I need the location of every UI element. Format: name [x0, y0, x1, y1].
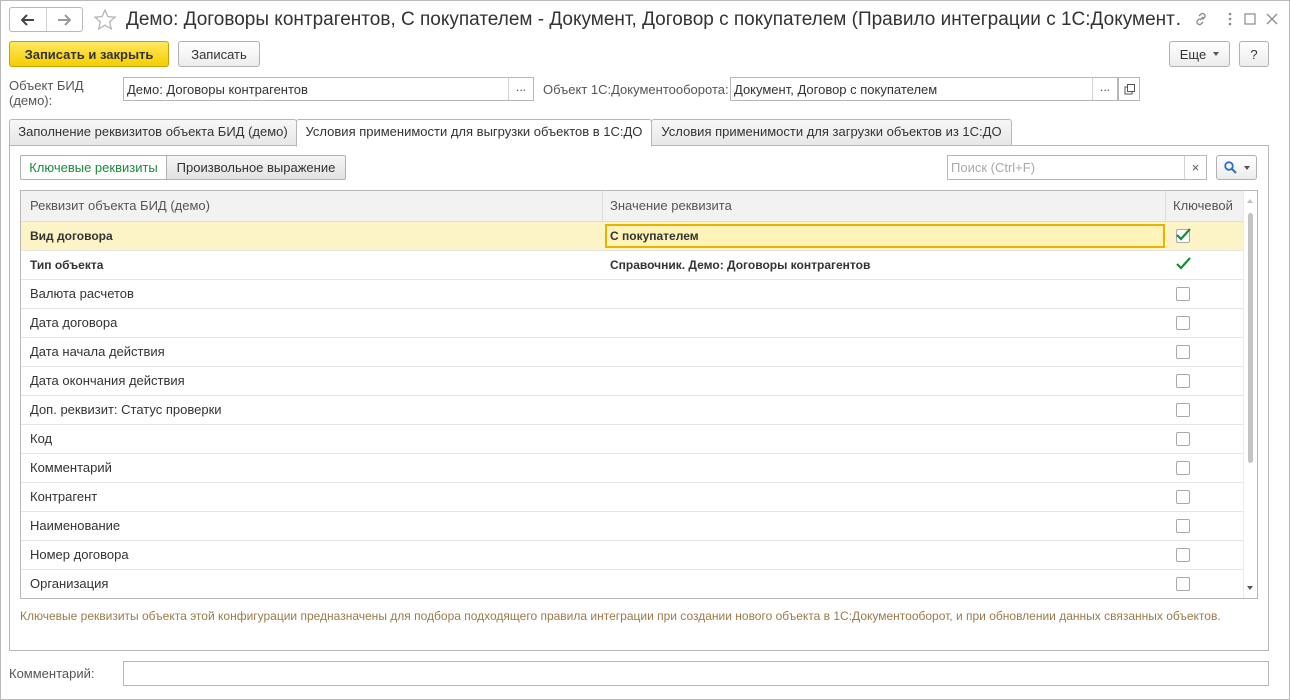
- table-row[interactable]: Дата договора: [21, 309, 1244, 338]
- tab-export-conditions[interactable]: Условия применимости для выгрузки объект…: [296, 119, 652, 147]
- row-attribute: Дата начала действия: [30, 344, 165, 359]
- link-icon: [1196, 12, 1206, 26]
- row-attribute: Тип объекта: [30, 258, 104, 272]
- row-attribute: Организация: [30, 576, 109, 591]
- search-placeholder: Поиск (Ctrl+F): [951, 160, 1036, 175]
- do-object-open-button[interactable]: [1118, 77, 1140, 101]
- search-input[interactable]: Поиск (Ctrl+F) ×: [947, 155, 1207, 180]
- scrollbar-thumb[interactable]: [1248, 213, 1253, 463]
- key-checkbox[interactable]: [1176, 548, 1190, 562]
- navigation-group: [9, 7, 83, 32]
- scroll-down-icon[interactable]: [1247, 586, 1253, 590]
- bid-object-select-button[interactable]: ...: [508, 78, 533, 100]
- table-row[interactable]: Номер договора: [21, 541, 1244, 570]
- row-attribute: Дата окончания действия: [30, 373, 185, 388]
- key-checkbox[interactable]: [1176, 403, 1190, 417]
- key-checkbox[interactable]: [1176, 461, 1190, 475]
- link-button[interactable]: [1191, 9, 1211, 29]
- save-button[interactable]: Записать: [178, 41, 260, 67]
- chevron-down-icon: [1213, 52, 1220, 56]
- checkmark-icon: [1176, 228, 1191, 241]
- save-and-close-button[interactable]: Записать и закрыть: [9, 41, 169, 67]
- more-button-label: Еще: [1179, 46, 1207, 62]
- forward-button[interactable]: [45, 8, 83, 31]
- row-attribute: Код: [30, 431, 53, 446]
- column-header-value[interactable]: Значение реквизита: [610, 191, 732, 221]
- back-arrow-icon: [20, 13, 34, 26]
- comment-field[interactable]: [123, 661, 1269, 686]
- checkmark-icon: [1176, 257, 1191, 270]
- column-divider: [1165, 191, 1166, 222]
- column-divider: [602, 191, 603, 222]
- maximize-icon: [1244, 13, 1256, 25]
- key-checkbox[interactable]: [1176, 519, 1190, 533]
- key-checkbox[interactable]: [1176, 490, 1190, 504]
- table-row[interactable]: Дата окончания действия: [21, 367, 1244, 396]
- table-row[interactable]: Комментарий: [21, 454, 1244, 483]
- do-object-label: Объект 1С:Документооборота:: [543, 82, 729, 97]
- close-button[interactable]: [1262, 9, 1282, 29]
- close-icon: [1266, 13, 1278, 25]
- chevron-down-icon: [1243, 165, 1250, 170]
- do-object-field[interactable]: Документ, Договор с покупателем ...: [730, 77, 1118, 101]
- table-body: Вид договора С покупателем Тип объекта Спра…: [21, 222, 1244, 598]
- tab-fill-attributes[interactable]: Заполнение реквизитов объекта БИД (демо): [9, 119, 297, 146]
- search-button[interactable]: [1216, 155, 1257, 180]
- table-row[interactable]: Организация: [21, 570, 1244, 598]
- window-title: Демо: Договоры контрагентов, С покупател…: [126, 9, 1182, 30]
- search-clear-button[interactable]: ×: [1184, 156, 1206, 179]
- table-row[interactable]: Вид договора С покупателем: [21, 222, 1244, 251]
- bid-object-label: Объект БИД (демо):: [9, 78, 84, 108]
- tab-import-conditions[interactable]: Условия применимости для загрузки объект…: [651, 119, 1012, 146]
- favorite-star-icon: [93, 8, 117, 31]
- key-checkbox[interactable]: [1176, 345, 1190, 359]
- comment-label: Комментарий:: [9, 666, 95, 681]
- bid-object-field[interactable]: Демо: Договоры контрагентов ...: [123, 77, 534, 101]
- back-button[interactable]: [10, 8, 46, 31]
- row-value[interactable]: С покупателем: [610, 222, 699, 250]
- row-attribute: Номер договора: [30, 547, 129, 562]
- bid-object-value: Демо: Договоры контрагентов: [127, 82, 308, 97]
- table-row[interactable]: Доп. реквизит: Статус проверки: [21, 396, 1244, 425]
- row-attribute: Комментарий: [30, 460, 112, 475]
- row-attribute: Наименование: [30, 518, 121, 533]
- row-attribute: Вид договора: [30, 229, 113, 243]
- more-actions-button[interactable]: [1220, 9, 1240, 29]
- key-checkbox[interactable]: [1176, 287, 1190, 301]
- table-row[interactable]: Наименование: [21, 512, 1244, 541]
- more-vert-icon: [1228, 12, 1232, 26]
- key-checkbox[interactable]: [1176, 374, 1190, 388]
- scroll-up-icon[interactable]: [1247, 199, 1253, 203]
- search-icon: [1223, 161, 1237, 174]
- key-attributes-toggle[interactable]: Ключевые реквизиты: [20, 155, 167, 180]
- row-attribute: Валюта расчетов: [30, 286, 134, 301]
- key-checkbox[interactable]: [1176, 432, 1190, 446]
- maximize-button[interactable]: [1240, 9, 1260, 29]
- column-header-attribute[interactable]: Реквизит объекта БИД (демо): [30, 191, 210, 221]
- table-row[interactable]: Валюта расчетов: [21, 280, 1244, 309]
- row-value: Справочник. Демо: Договоры контрагентов: [610, 258, 871, 272]
- row-attribute: Доп. реквизит: Статус проверки: [30, 402, 222, 417]
- table-header: Реквизит объекта БИД (демо) Значение рек…: [21, 191, 1244, 222]
- help-button[interactable]: ?: [1239, 41, 1269, 67]
- favorite-button[interactable]: [93, 8, 117, 32]
- table-row[interactable]: Контрагент: [21, 483, 1244, 512]
- row-attribute: Дата договора: [30, 315, 118, 330]
- custom-expression-toggle[interactable]: Произвольное выражение: [166, 155, 346, 180]
- key-checkbox[interactable]: [1176, 577, 1190, 591]
- hint-text: Ключевые реквизиты объекта этой конфигур…: [20, 609, 1221, 623]
- forward-arrow-icon: [58, 13, 72, 26]
- do-object-select-button[interactable]: ...: [1092, 78, 1117, 100]
- table-row[interactable]: Код: [21, 425, 1244, 454]
- table-row[interactable]: Дата начала действия: [21, 338, 1244, 367]
- do-object-value: Документ, Договор с покупателем: [734, 82, 938, 97]
- more-button[interactable]: Еще: [1169, 41, 1230, 67]
- table-scrollbar[interactable]: [1243, 191, 1257, 598]
- table-row[interactable]: Тип объекта Справочник. Демо: Договоры ко…: [21, 251, 1244, 280]
- attributes-table[interactable]: Реквизит объекта БИД (демо) Значение рек…: [20, 190, 1258, 599]
- row-attribute: Контрагент: [30, 489, 98, 504]
- key-checkbox[interactable]: [1176, 316, 1190, 330]
- column-header-key[interactable]: Ключевой: [1173, 191, 1233, 221]
- open-external-icon: [1124, 83, 1135, 94]
